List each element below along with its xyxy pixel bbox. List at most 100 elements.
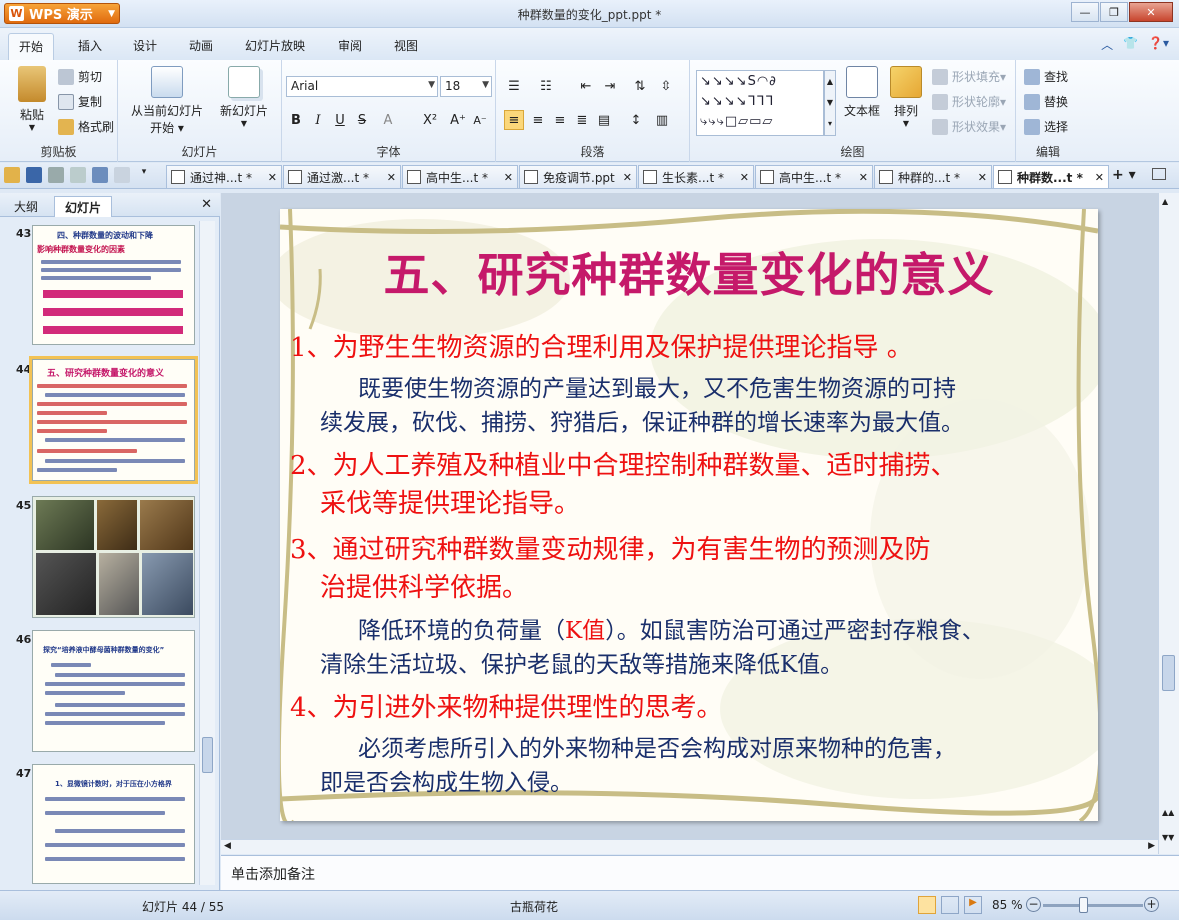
slideshow-view-icon[interactable]: ▶ <box>964 896 982 914</box>
align-text-icon[interactable]: ⇳ <box>656 76 676 96</box>
close-tab-icon[interactable]: ✕ <box>619 171 632 184</box>
shapes-gallery-scroll[interactable]: ▲ ▼ ▾ <box>824 70 836 136</box>
print-preview-icon[interactable] <box>70 167 86 183</box>
slide-thumbnail-47[interactable]: 1、显微镜计数时，对于压在小方格界 <box>32 764 195 884</box>
distribute-icon[interactable]: ▤ <box>594 110 614 130</box>
doc-tab[interactable]: 高中生...t * ✕ <box>755 165 873 188</box>
tab-home[interactable]: 开始 <box>8 33 55 60</box>
textbox-button[interactable]: 文本框 <box>840 66 884 119</box>
line-spacing-icon[interactable]: ↕ <box>626 110 646 130</box>
slide-thumbnail-46[interactable]: 探究“培养液中酵母菌种群数量的变化” <box>32 630 195 752</box>
align-center-icon[interactable]: ≡ <box>528 110 548 130</box>
next-slide-icon[interactable]: ▼▼ <box>1162 833 1174 842</box>
bold-button[interactable]: B <box>286 110 306 130</box>
play-from-current-button[interactable]: 从当前幻灯片 开始 ▾ <box>126 66 208 136</box>
save-icon[interactable] <box>26 167 42 183</box>
align-left-icon[interactable]: ≡ <box>504 110 524 130</box>
open-icon[interactable] <box>4 167 20 183</box>
tab-list-icon[interactable] <box>1152 168 1166 180</box>
close-tab-icon[interactable]: ✕ <box>736 171 749 184</box>
align-right-icon[interactable]: ≡ <box>550 110 570 130</box>
tab-outline[interactable]: 大纲 <box>4 196 48 217</box>
increase-indent-icon[interactable]: ⇥ <box>600 76 620 96</box>
zoom-slider-knob[interactable] <box>1079 897 1088 913</box>
bullet-list-icon[interactable]: ☰ <box>504 76 524 96</box>
decrease-indent-icon[interactable]: ⇤ <box>576 76 596 96</box>
superscript-icon[interactable]: X² <box>420 110 440 130</box>
notes-pane[interactable]: 单击添加备注 <box>221 855 1179 890</box>
font-name-select[interactable]: Arial ▼ <box>286 76 438 97</box>
scroll-left-icon[interactable]: ◀ <box>224 841 231 851</box>
zoom-slider[interactable] <box>1043 904 1143 907</box>
minimize-button[interactable]: — <box>1071 2 1099 22</box>
horizontal-scrollbar[interactable]: ◀ ▶ <box>221 839 1158 854</box>
strikethrough-button[interactable]: S <box>352 110 372 130</box>
normal-view-icon[interactable] <box>918 896 936 914</box>
tab-slideshow[interactable]: 幻灯片放映 <box>245 37 305 54</box>
arrange-button[interactable]: 排列 ▼ <box>888 66 924 128</box>
sorter-view-icon[interactable] <box>941 896 959 914</box>
doc-tab[interactable]: 种群的...t * ✕ <box>874 165 992 188</box>
tab-view[interactable]: 视图 <box>394 37 418 54</box>
doc-tab-active[interactable]: 种群数...t * ✕ <box>993 165 1109 188</box>
zoom-out-icon[interactable]: − <box>1026 897 1041 912</box>
tab-insert[interactable]: 插入 <box>78 37 102 54</box>
select-button[interactable]: 选择 <box>1024 118 1068 135</box>
doc-tab[interactable]: 生长素...t * ✕ <box>638 165 754 188</box>
vertical-scrollbar[interactable]: ▲ ▲▲ ▼▼ <box>1158 193 1179 854</box>
justify-icon[interactable]: ≣ <box>572 110 592 130</box>
replace-button[interactable]: 替换 <box>1024 93 1068 110</box>
zoom-in-icon[interactable]: + <box>1144 897 1159 912</box>
format-painter-button[interactable]: 格式刷 <box>58 118 114 135</box>
numbered-list-icon[interactable]: ☷ <box>536 76 556 96</box>
restore-button[interactable]: ❐ <box>1100 2 1128 22</box>
new-slide-button[interactable]: 新幻灯片 ▼ <box>216 66 272 128</box>
cut-button[interactable]: 剪切 <box>58 68 102 85</box>
redo-icon[interactable] <box>114 167 130 183</box>
tab-slides[interactable]: 幻灯片 <box>54 196 113 217</box>
find-button[interactable]: 查找 <box>1024 68 1068 85</box>
close-tab-icon[interactable]: ✕ <box>1091 171 1104 184</box>
undo-icon[interactable] <box>92 167 108 183</box>
doc-tab[interactable]: 通过神...t * ✕ <box>166 165 282 188</box>
font-color-icon[interactable]: A <box>378 110 398 130</box>
shapes-gallery[interactable]: ↘↘↘↘S◠∂ ↘↘↘↘ᒣᒣᒣ ⤷⤷⤷□▱▭▱ <box>696 70 824 136</box>
close-tab-icon[interactable]: ✕ <box>383 171 396 184</box>
doc-tab[interactable]: 免疫调节.ppt ✕ <box>519 165 637 188</box>
shrink-font-icon[interactable]: A⁻ <box>470 110 490 130</box>
doc-tab[interactable]: 通过激...t * ✕ <box>283 165 401 188</box>
grow-font-icon[interactable]: A⁺ <box>448 110 468 130</box>
tab-review[interactable]: 审阅 <box>338 37 362 54</box>
slide-thumbnail-44[interactable]: 五、研究种群数量变化的意义 <box>29 356 198 484</box>
italic-button[interactable]: I <box>308 110 328 130</box>
text-direction-icon[interactable]: ⇅ <box>630 76 650 96</box>
help-icon[interactable]: ❓▾ <box>1148 36 1169 53</box>
close-tab-icon[interactable]: ✕ <box>855 171 868 184</box>
collapse-ribbon-icon[interactable]: ︿ <box>1101 36 1113 53</box>
slide-thumbnail-43[interactable]: 四、种群数量的波动和下降 影响种群数量变化的因素 <box>32 225 195 345</box>
font-size-select[interactable]: 18 ▼ <box>440 76 492 97</box>
shape-fill-button[interactable]: 形状填充 ▾ <box>932 68 1006 85</box>
scroll-up-icon[interactable]: ▲ <box>1162 197 1168 206</box>
print-icon[interactable] <box>48 167 64 183</box>
close-tab-icon[interactable]: ✕ <box>264 171 277 184</box>
close-button[interactable]: ✕ <box>1129 2 1173 22</box>
tab-design[interactable]: 设计 <box>133 37 157 54</box>
thumbnail-scrollbar[interactable] <box>199 221 215 885</box>
skin-icon[interactable]: 👕 <box>1123 36 1138 53</box>
qat-dropdown-icon[interactable]: ▾ <box>136 167 152 183</box>
copy-button[interactable]: 复制 <box>58 93 102 110</box>
scrollbar-thumb[interactable] <box>1162 655 1175 691</box>
scrollbar-thumb[interactable] <box>202 737 213 773</box>
paste-button[interactable]: 粘贴 ▼ <box>12 66 52 132</box>
close-panel-icon[interactable]: ✕ <box>201 197 212 212</box>
shape-outline-button[interactable]: 形状轮廓 ▾ <box>932 93 1006 110</box>
columns-icon[interactable]: ▥ <box>652 110 672 130</box>
close-tab-icon[interactable]: ✕ <box>500 171 513 184</box>
slide-canvas[interactable]: 五、研究种群数量变化的意义 1、为野生生物资源的合理利用及保护提供理论指导 。 … <box>280 209 1098 821</box>
prev-slide-icon[interactable]: ▲▲ <box>1162 808 1174 817</box>
new-tab-icon[interactable]: + ▾ <box>1112 167 1136 183</box>
tab-animation[interactable]: 动画 <box>189 37 213 54</box>
shape-effect-button[interactable]: 形状效果 ▾ <box>932 118 1006 135</box>
scroll-right-icon[interactable]: ▶ <box>1148 841 1155 851</box>
